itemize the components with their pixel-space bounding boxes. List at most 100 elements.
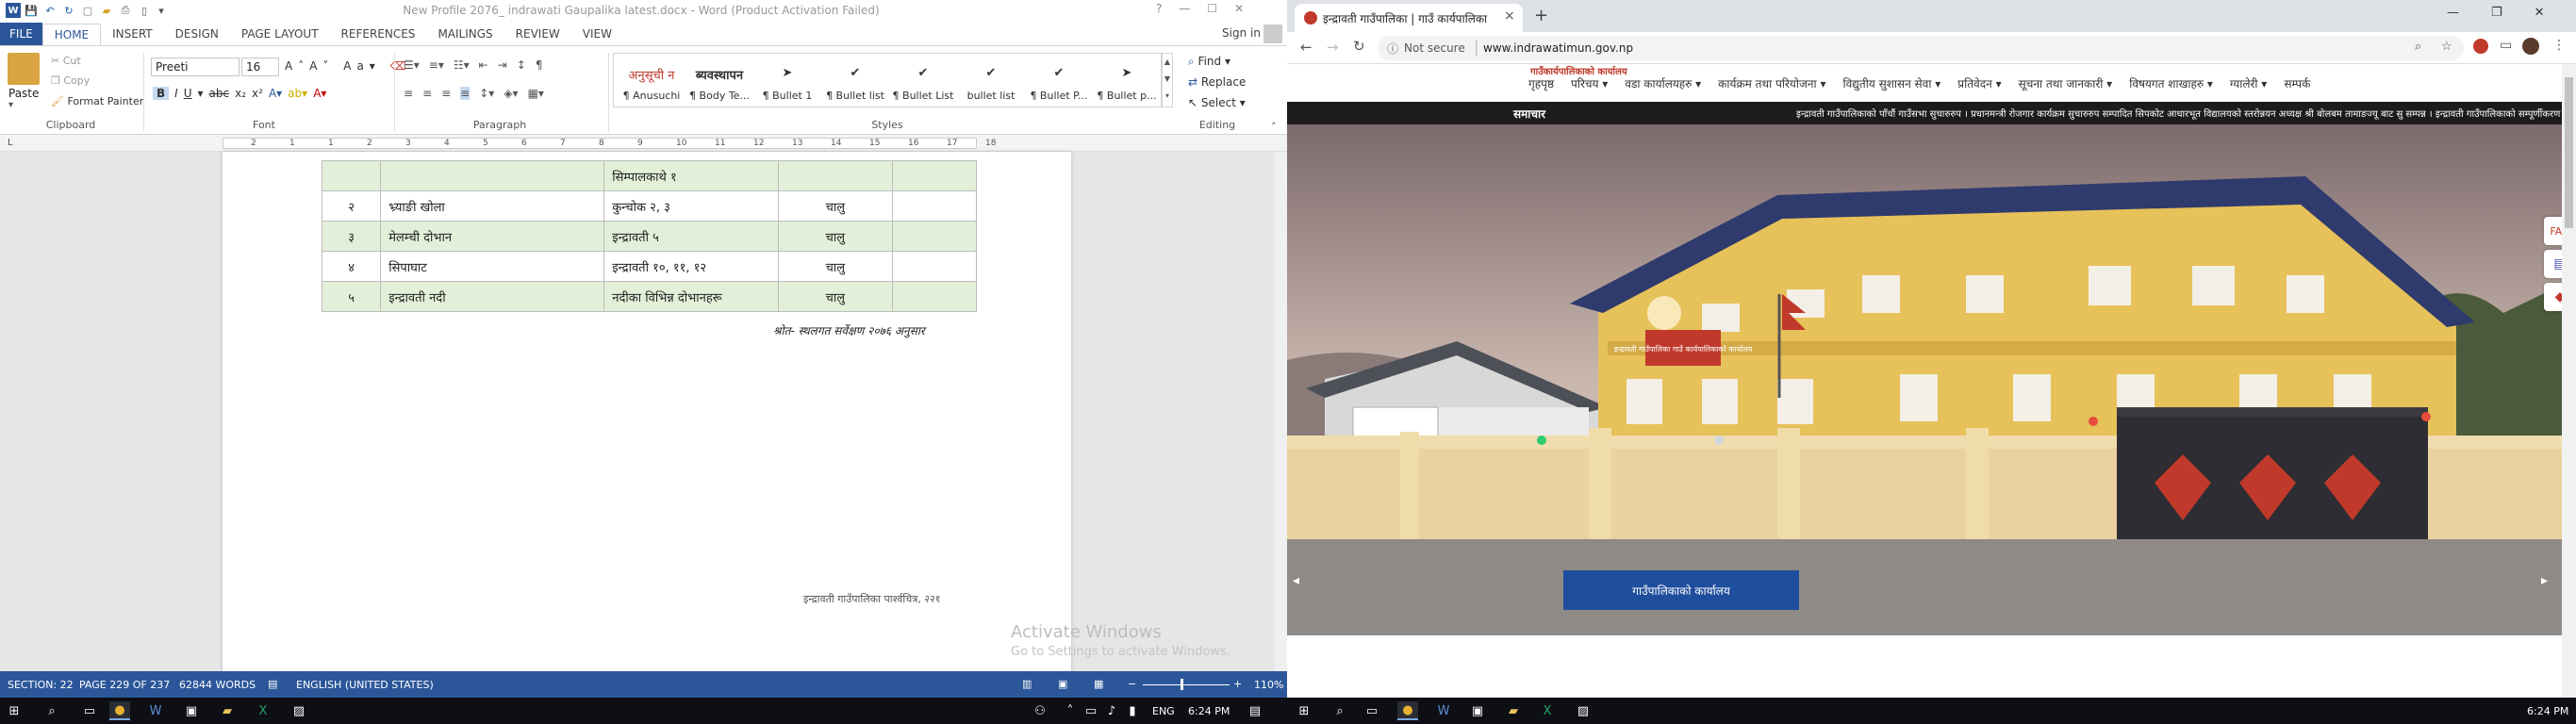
back-icon[interactable]: ← (1300, 39, 1313, 56)
table-cell-num[interactable] (321, 160, 382, 191)
font-size-select[interactable]: 16 (241, 58, 279, 76)
table-cell-name[interactable]: मेलम्ची दोभान (380, 221, 605, 252)
tab-stop-selector[interactable]: L (8, 138, 13, 148)
bullets-button[interactable]: ☰▾ (404, 58, 420, 72)
page-scrollbar[interactable] (2562, 64, 2576, 698)
align-right-button[interactable]: ≡ (441, 87, 451, 100)
collapse-ribbon-icon[interactable]: ˄ (1271, 121, 1277, 133)
address-bar[interactable]: ⓘ Not secure | www.indrawatimun.gov.np ⌕… (1378, 36, 2464, 60)
decrease-indent-button[interactable]: ⇤ (479, 58, 488, 72)
paste-button[interactable]: Paste (8, 87, 39, 100)
open-folder-icon[interactable]: ▰ (98, 5, 115, 17)
status-language[interactable]: ENGLISH (UNITED STATES) (296, 679, 434, 691)
tab-design[interactable]: DESIGN (164, 23, 230, 45)
font-name-select[interactable]: Preeti (151, 58, 239, 76)
taskbar-chrome-icon[interactable]: ● (109, 701, 130, 720)
slider-next-icon[interactable]: ▸ (2541, 573, 2548, 588)
taskbar-explorer-icon[interactable]: ▰ (217, 701, 238, 720)
replace-button[interactable]: Replace (1201, 75, 1246, 89)
zoom-out-button[interactable]: − (1128, 678, 1136, 690)
minimize-button[interactable]: — (1179, 2, 1190, 15)
tab-close-icon[interactable]: × (1504, 8, 1515, 24)
style-item[interactable]: ब्यवस्थापन ¶ Body Te... (685, 60, 754, 106)
taskbar-excel-icon[interactable]: X (253, 701, 273, 720)
find-button[interactable]: Find (1198, 55, 1222, 68)
table-cell-place[interactable]: इन्द्रावती ५ (603, 221, 780, 252)
maximize-button[interactable]: ☐ (1207, 2, 1217, 15)
profile-avatar[interactable] (2522, 38, 2539, 55)
font-color-button[interactable]: A▾ (313, 87, 326, 100)
table-cell-extra[interactable] (891, 251, 978, 282)
copy-button[interactable]: Copy (63, 74, 90, 87)
table-cell-extra[interactable] (891, 221, 978, 252)
table-cell-extra[interactable] (891, 190, 978, 222)
search-icon-2[interactable]: ⌕ (1329, 701, 1350, 720)
underline-button[interactable]: U (184, 87, 192, 100)
align-left-button[interactable]: ≡ (404, 87, 413, 100)
nav-item[interactable]: गृहपृष्ठ (1528, 75, 1554, 91)
table-cell-name[interactable]: सिपाघाट (380, 251, 605, 282)
taskbar-excel-icon-2[interactable]: X (1537, 701, 1558, 720)
highlight-button[interactable]: ab▾ (288, 87, 307, 100)
zoom-level[interactable]: 110% (1254, 679, 1283, 691)
slide-caption[interactable]: गाउँपालिकाको कार्यालय (1563, 570, 1799, 610)
tab-insert[interactable]: INSERT (101, 23, 164, 45)
paste-icon[interactable] (8, 53, 40, 85)
nav-item[interactable]: सूचना तथा जानकारी ▾ (2019, 75, 2113, 91)
line-spacing-button[interactable]: ↕▾ (479, 87, 494, 100)
tab-references[interactable]: REFERENCES (330, 23, 427, 45)
reload-icon[interactable]: ↻ (1353, 38, 1365, 55)
table-cell-extra[interactable] (891, 281, 978, 312)
align-center-button[interactable]: ≡ (422, 87, 432, 100)
borders-button[interactable]: ▦▾ (528, 87, 544, 100)
nav-item[interactable]: ग्यालेरी ▾ (2230, 75, 2267, 91)
nav-item[interactable]: कार्यक्रम तथा परियोजना ▾ (1718, 75, 1825, 91)
style-item[interactable]: ✔ ¶ Bullet List (888, 60, 958, 106)
status-words[interactable]: 62844 WORDS (179, 679, 256, 691)
nav-item[interactable]: परिचय ▾ (1571, 75, 1608, 91)
table-cell-status[interactable] (778, 160, 893, 191)
proofing-icon[interactable]: ▤ (268, 678, 277, 690)
save-icon[interactable]: 💾 (23, 5, 40, 17)
sort-button[interactable]: ↕ (517, 58, 526, 72)
table-cell-name[interactable]: इन्द्रावती नदी (380, 281, 605, 312)
table-cell-place[interactable]: नदीका विभिन्न दोभानहरू (603, 281, 780, 312)
style-item[interactable]: ➤ ¶ Bullet p... (1092, 60, 1162, 106)
news-ticker[interactable]: इन्द्रावती गाउँपालिकाको पाँचौं गाउँसभा स… (1796, 107, 2562, 120)
zoom-slider[interactable] (1143, 684, 1230, 685)
new-document-icon[interactable]: ▢ (79, 5, 96, 17)
text-effects-button[interactable]: A▾ (269, 87, 282, 100)
justify-button[interactable]: ≡ (460, 87, 471, 100)
url-text[interactable]: www.indrawatimun.gov.np (1483, 41, 1633, 55)
taskbar-explorer-icon-2[interactable]: ▰ (1503, 701, 1524, 720)
bold-button[interactable]: B (153, 87, 170, 100)
clock-left[interactable]: 6:24 PM (1188, 705, 1230, 717)
style-item[interactable]: ✔ ¶ Bullet P... (1024, 60, 1094, 106)
style-item[interactable]: ✔ ¶ Bullet list (820, 60, 890, 106)
chrome-menu-icon[interactable]: ⋮ (2552, 38, 2566, 53)
print-preview-icon[interactable]: ▯ (136, 5, 153, 17)
people-icon[interactable]: ⚇ (1030, 701, 1050, 720)
volume-icon[interactable]: ♪ (1101, 701, 1122, 720)
table-cell-status[interactable]: चालु (778, 190, 893, 222)
forward-icon[interactable]: → (1327, 39, 1339, 56)
table-cell-place[interactable]: कुन्चोक २, ३ (603, 190, 780, 222)
style-item[interactable]: ✔ bullet list (956, 60, 1026, 106)
increase-indent-button[interactable]: ⇥ (498, 58, 507, 72)
print-icon[interactable]: ⎙ (117, 4, 134, 17)
table-cell-num[interactable]: २ (321, 190, 382, 222)
bookmark-star-icon[interactable]: ☆ (2441, 40, 2452, 54)
tab-view[interactable]: VIEW (571, 23, 623, 45)
search-icon[interactable]: ⌕ (41, 701, 62, 720)
slider-prev-icon[interactable]: ◂ (1293, 573, 1299, 588)
redo-icon[interactable]: ↻ (60, 5, 77, 17)
print-layout-icon[interactable]: ▣ (1058, 678, 1067, 690)
taskbar-word-icon-2[interactable]: W (1433, 701, 1454, 720)
table-cell-num[interactable]: ३ (321, 221, 382, 252)
show-marks-button[interactable]: ¶ (536, 58, 543, 72)
chrome-minimize-button[interactable]: — (2447, 6, 2459, 20)
tab-file[interactable]: FILE (0, 23, 42, 45)
chrome-tab[interactable]: इन्द्रावती गाउँपालिका | गाउँ कार्यपालिका… (1295, 4, 1523, 32)
taskbar-word-icon[interactable]: W (145, 701, 166, 720)
zoom-slider-thumb[interactable] (1181, 679, 1183, 690)
